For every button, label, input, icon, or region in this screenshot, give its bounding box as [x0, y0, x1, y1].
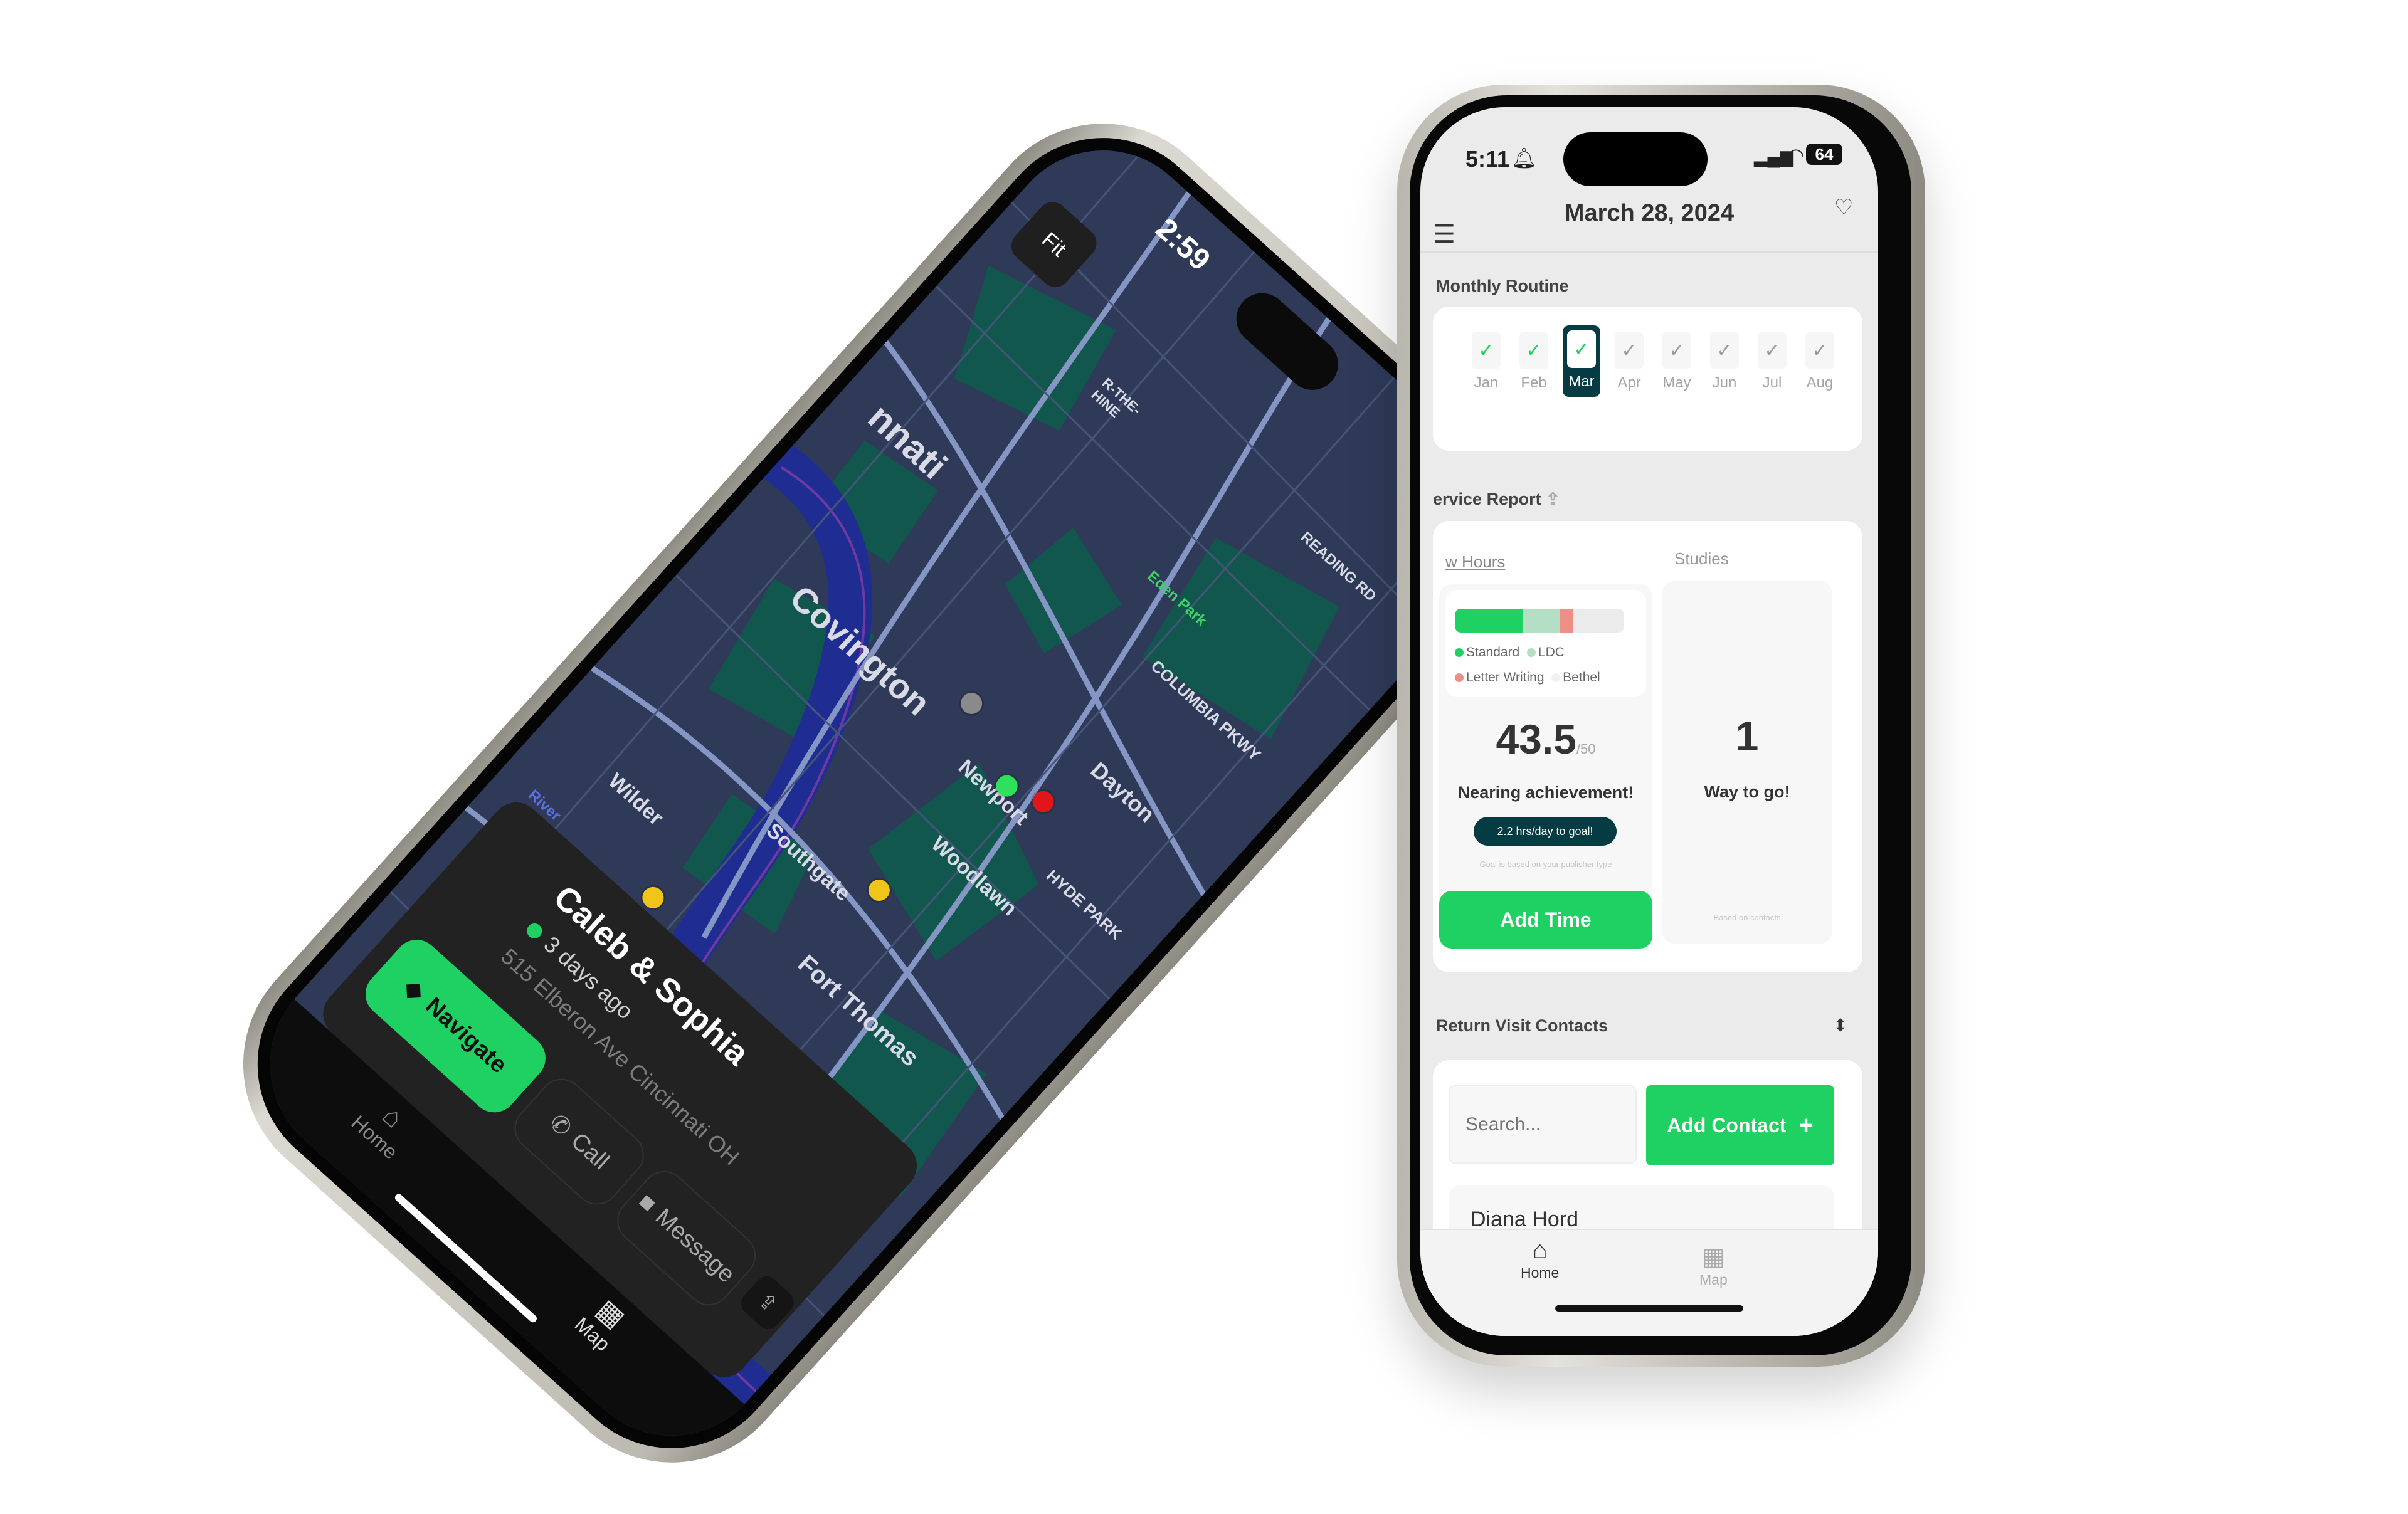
map-phone: nnati Covington Newport Woodlawn Dayton …: [191, 71, 1583, 1514]
month-jun[interactable]: ✓ Jun: [1706, 332, 1743, 392]
map-icon: ▦: [1701, 1243, 1726, 1271]
service-report-title: ervice Report: [1433, 490, 1541, 508]
section-title: Monthly Routine: [1436, 276, 1569, 295]
tab-map-label: Map: [1699, 1271, 1728, 1288]
hours-total: 43.5/50: [1439, 715, 1652, 763]
tab-bar: ⌂ Home ▦ Map: [1420, 1229, 1878, 1336]
bar-segment-letter-writing: [1560, 609, 1573, 633]
status-time: 5:11: [1465, 146, 1510, 172]
check-icon: ✓: [1710, 332, 1739, 369]
month-label: Mar: [1568, 373, 1595, 390]
month-may[interactable]: ✓ May: [1658, 332, 1696, 392]
dynamic-island: [1563, 132, 1708, 186]
plus-icon: +: [1798, 1111, 1814, 1139]
check-icon: ✓: [1615, 332, 1644, 369]
month-label: Jun: [1712, 374, 1737, 391]
hours-title[interactable]: w Hours: [1445, 552, 1505, 572]
check-icon: ✓: [1662, 332, 1691, 369]
tab-home[interactable]: ⌂ Home: [1521, 1236, 1559, 1281]
monthly-routine-card: ✓ Jan ✓ Feb ✓ Mar ✓ Apr ✓ May ✓ Jun ✓ Jul ✓ Aug: [1433, 307, 1862, 451]
home-icon: ⌂: [1532, 1236, 1548, 1264]
legend-dot: [1455, 673, 1464, 683]
tab-map[interactable]: ▦ Map: [570, 1289, 636, 1356]
bar-segment-standard: [1455, 609, 1523, 633]
hours-value: 43.5: [1496, 716, 1576, 762]
check-icon: ✓: [1805, 332, 1834, 369]
hours-breakdown-bar: [1455, 609, 1624, 633]
add-time-button[interactable]: Add Time: [1439, 891, 1652, 949]
legend-row: Standard LDC: [1455, 645, 1565, 660]
navigate-icon: ◆: [399, 974, 431, 1006]
service-report-card: w Hours Studies Standard LDC Letter Writ…: [1433, 521, 1862, 972]
phone-icon: ✆: [544, 1108, 577, 1142]
search-input[interactable]: [1449, 1085, 1637, 1164]
studies-title: Studies: [1674, 549, 1729, 568]
dashboard-screen: 5:11 🔔︎ ▂▄▆ ◠ 64 ☰ March 28, 2024 ♡ Mont…: [1420, 107, 1878, 1336]
studies-panel[interactable]: 1 Way to go! Based on contacts: [1662, 581, 1832, 944]
tab-map[interactable]: ▦ Map: [1699, 1243, 1728, 1288]
legend-dot: [1551, 673, 1561, 683]
legend-label: LDC: [1538, 645, 1565, 660]
legend-dot: [1455, 648, 1464, 658]
home-indicator[interactable]: [1555, 1305, 1743, 1312]
message-label: Message: [650, 1203, 741, 1288]
check-icon: ✓: [1758, 332, 1787, 369]
month-jul[interactable]: ✓ Jul: [1753, 332, 1791, 392]
add-contact-button[interactable]: Add Contact +: [1646, 1085, 1834, 1165]
section-title: ervice Report ⇪: [1433, 490, 1560, 509]
section-title: Return Visit Contacts: [1436, 1016, 1608, 1035]
month-feb[interactable]: ✓ Feb: [1515, 332, 1553, 392]
hours-status: Nearing achievement!: [1457, 783, 1634, 802]
bar-segment-ldc: [1523, 609, 1560, 633]
month-mar[interactable]: ✓ Mar: [1563, 325, 1600, 397]
month-label: Jul: [1762, 374, 1782, 391]
battery-icon: 64: [1806, 144, 1842, 165]
check-icon: ✓: [1567, 330, 1596, 368]
check-icon: ✓: [1519, 332, 1548, 369]
heart-icon[interactable]: ♡: [1834, 195, 1853, 220]
studies-note: Based on contacts: [1713, 913, 1781, 922]
month-jan[interactable]: ✓ Jan: [1467, 332, 1505, 392]
message-button[interactable]: ■ Message: [608, 1162, 765, 1315]
hours-panel: Standard LDC Letter Writing Bethel 43.5/…: [1439, 584, 1652, 949]
legend-label: Bethel: [1563, 670, 1600, 685]
tab-home-label: Home: [1521, 1264, 1560, 1281]
header-divider: [1420, 251, 1878, 253]
navigate-label: Navigate: [420, 992, 512, 1079]
month-aug[interactable]: ✓ Aug: [1801, 332, 1839, 392]
add-contact-label: Add Contact: [1667, 1113, 1787, 1137]
studies-value: 1: [1735, 713, 1759, 759]
month-label: Apr: [1617, 374, 1641, 391]
legend-label: Letter Writing: [1466, 670, 1545, 685]
call-label: Call: [566, 1127, 615, 1175]
check-icon: ✓: [1472, 332, 1501, 369]
share-icon[interactable]: ⇪: [1546, 490, 1560, 508]
studies-status: Way to go!: [1704, 782, 1790, 801]
pace-badge: 2.2 hrs/day to goal!: [1474, 817, 1617, 846]
month-apr[interactable]: ✓ Apr: [1610, 332, 1648, 392]
bell-icon: 🔔︎: [1511, 147, 1537, 169]
legend-row: Letter Writing Bethel: [1455, 670, 1600, 685]
sort-icon[interactable]: ⬍: [1833, 1015, 1847, 1036]
status-dot-icon: [524, 920, 545, 942]
call-button[interactable]: ✆ Call: [505, 1069, 653, 1214]
hours-goal: /50: [1576, 741, 1596, 757]
message-icon: ■: [633, 1188, 662, 1217]
legend-dot: [1526, 648, 1536, 658]
month-label: Jan: [1474, 374, 1499, 391]
legend-label: Standard: [1466, 645, 1520, 660]
breakdown-box: Standard LDC Letter Writing Bethel: [1445, 590, 1646, 697]
goal-note: Goal is based on your publisher type: [1479, 860, 1612, 869]
contact-name: Diana Hord: [1471, 1207, 1578, 1231]
month-label: Feb: [1521, 374, 1547, 391]
wifi-icon: ◠: [1787, 144, 1805, 167]
page-title: March 28, 2024: [1564, 200, 1735, 226]
month-label: Aug: [1806, 374, 1834, 391]
month-label: May: [1662, 374, 1691, 391]
